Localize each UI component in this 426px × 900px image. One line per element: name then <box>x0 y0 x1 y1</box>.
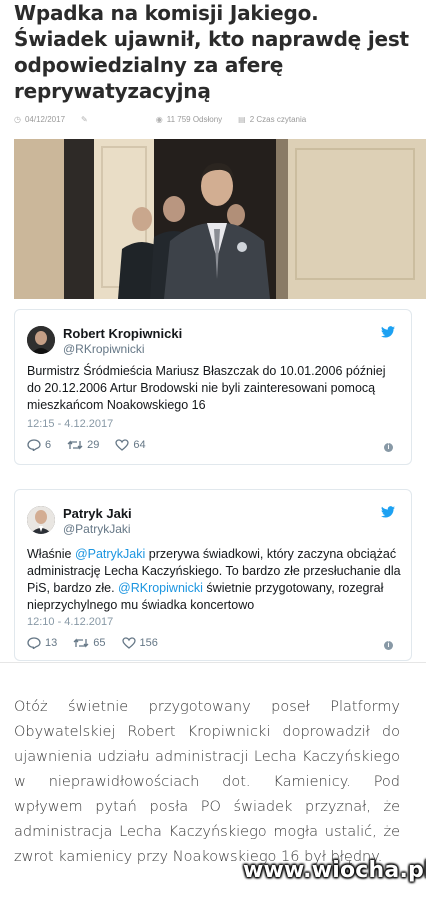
embedded-tweet[interactable]: Robert Kropiwnicki @RKropiwnicki Burmist… <box>14 309 412 465</box>
tweet-author-name[interactable]: Robert Kropiwnicki <box>63 326 182 341</box>
avatar[interactable] <box>27 326 55 354</box>
reply-button[interactable]: 6 <box>27 439 51 451</box>
tweet-actions: 6 29 64 <box>27 439 162 451</box>
article-title: Wpadka na komisji Jakiego. Świadek ujawn… <box>14 1 409 103</box>
tweet-text-part: Burmistrz Śródmieścia Mariusz Błaszczak … <box>27 364 386 412</box>
article-read-time: 2 Czas czytania <box>249 114 307 124</box>
like-button[interactable]: 156 <box>121 637 158 649</box>
article-date: 04/12/2017 <box>24 114 66 124</box>
mention-link[interactable]: @RKropiwnicki <box>118 581 203 595</box>
tweet-timestamp[interactable]: 12:15 - 4.12.2017 <box>27 418 113 430</box>
tweet-actions: 13 65 156 <box>27 637 174 649</box>
site-watermark: www.wiocha.pl <box>243 858 426 883</box>
twitter-bird-icon[interactable] <box>381 326 395 338</box>
article-body: Otóż świetnie przygotowany poseł Platfor… <box>14 699 400 865</box>
like-count: 156 <box>139 637 158 649</box>
pen-icon: ✎ <box>81 114 88 124</box>
heart-icon <box>121 637 136 649</box>
heart-icon <box>115 439 130 451</box>
tweet-author-handle[interactable]: @RKropiwnicki <box>63 342 145 356</box>
retweet-icon <box>73 638 89 648</box>
tweet-author-name[interactable]: Patryk Jaki <box>63 506 132 521</box>
reply-button[interactable]: 13 <box>27 637 57 649</box>
tweet-text: Burmistrz Śródmieścia Mariusz Błaszczak … <box>27 363 401 414</box>
reply-icon <box>27 637 41 649</box>
article-meta: ◷ 04/12/2017 ✎ ◉ 11 759 Odsłony ▤ 2 Czas… <box>14 112 414 126</box>
hero-photo <box>14 139 426 299</box>
embedded-tweet[interactable]: Patryk Jaki @PatrykJaki Właśnie @PatrykJ… <box>14 489 412 661</box>
retweet-button[interactable]: 65 <box>73 637 106 649</box>
like-count: 64 <box>133 439 146 451</box>
mention-link[interactable]: @PatrykJaki <box>75 547 145 561</box>
reply-icon <box>27 439 41 451</box>
tweet-text: Właśnie @PatrykJaki przerywa świadkowi, … <box>27 546 401 614</box>
twitter-bird-icon[interactable] <box>381 506 395 518</box>
avatar[interactable] <box>27 506 55 534</box>
retweet-button[interactable]: 29 <box>67 439 99 451</box>
hero-photo-illustration <box>14 139 426 299</box>
document-icon: ▤ <box>238 114 246 124</box>
info-icon[interactable]: i <box>384 641 393 650</box>
article-views: 11 759 Odsłony <box>166 114 223 124</box>
eye-icon: ◉ <box>155 114 163 124</box>
reply-count: 13 <box>45 637 58 649</box>
like-button[interactable]: 64 <box>115 439 146 451</box>
retweet-icon <box>67 440 83 450</box>
retweet-count: 29 <box>87 439 100 451</box>
divider <box>0 662 426 663</box>
clock-icon: ◷ <box>14 114 21 124</box>
retweet-count: 65 <box>93 637 106 649</box>
tweet-timestamp[interactable]: 12:10 - 4.12.2017 <box>27 616 113 628</box>
tweet-text-part: Właśnie <box>27 547 75 561</box>
reply-count: 6 <box>45 439 52 451</box>
tweet-author-handle[interactable]: @PatrykJaki <box>63 522 131 536</box>
info-icon[interactable]: i <box>384 443 393 452</box>
